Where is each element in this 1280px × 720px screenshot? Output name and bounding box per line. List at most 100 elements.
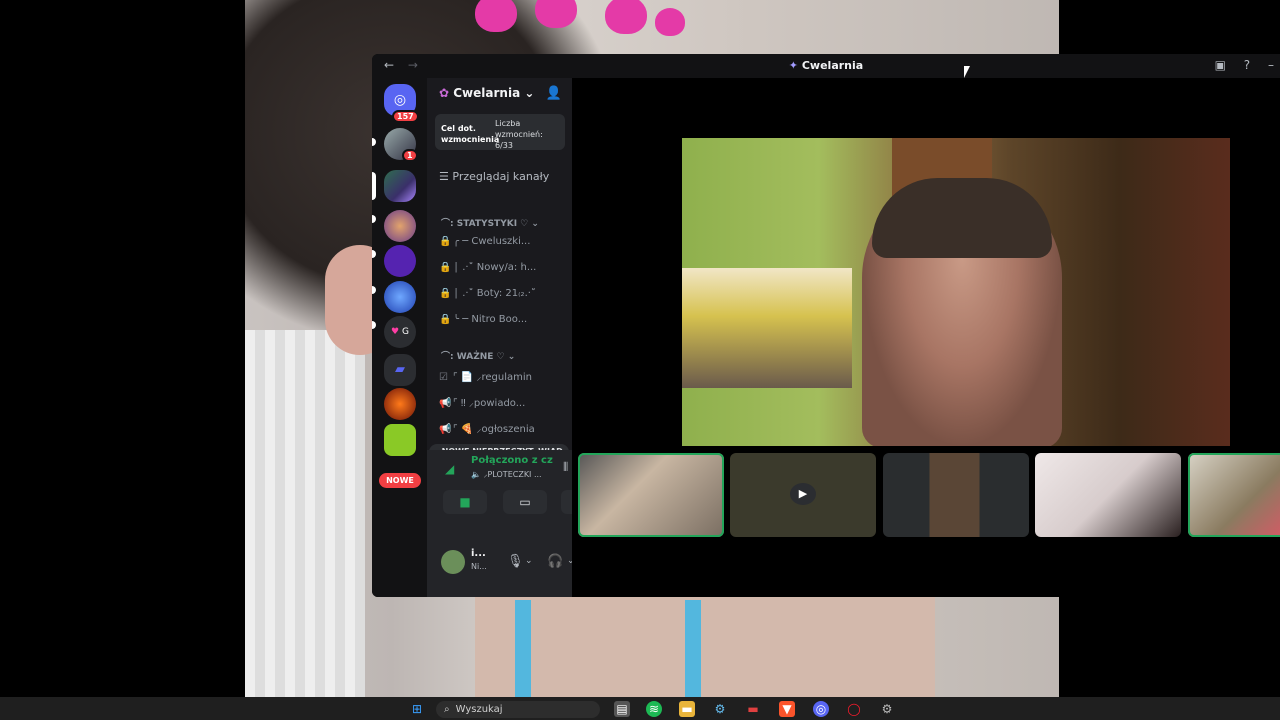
server-pill: [372, 286, 376, 294]
participant-tile[interactable]: [578, 453, 724, 537]
lock-icon: 🔒: [439, 314, 452, 325]
app-icon-settings[interactable]: ⚙: [879, 701, 895, 717]
focused-video-tile[interactable]: [682, 138, 1230, 446]
channel-label: ╭ ─ Cweluszki...: [453, 236, 531, 247]
channel-item[interactable]: 📢 ⌜ 🍕 ⸝ogłoszenia: [439, 421, 567, 435]
spotify-icon[interactable]: ≋: [646, 701, 662, 717]
channel-item[interactable]: ☑ ⌜ 📄 ⸝regulamin: [439, 369, 567, 383]
invite-people-icon[interactable]: 👤: [546, 86, 562, 101]
guild-name: Cwelarnia: [453, 86, 521, 100]
search-placeholder: Wyszukaj: [455, 704, 503, 715]
discord-taskbar-icon[interactable]: ◎: [813, 701, 829, 717]
server-icon-9[interactable]: [384, 424, 416, 456]
user-status: Ni...: [471, 562, 487, 571]
video-bed: [682, 268, 852, 388]
voice-status[interactable]: Połączono z czatem: [471, 455, 553, 466]
server-icon-cwelarnia[interactable]: [384, 170, 416, 202]
steam-icon[interactable]: ⚙: [712, 701, 728, 717]
signal-icon[interactable]: ◢: [445, 462, 454, 476]
guild-header[interactable]: ✿ Cwelarnia ⌄: [439, 86, 534, 100]
channel-label: │ .·˚ Nowy/a: h...: [453, 262, 537, 273]
lock-icon: 🔒: [439, 288, 452, 299]
inbox-icon[interactable]: ▣: [1215, 58, 1226, 72]
server-icon-6[interactable]: [384, 281, 416, 313]
announcement-icon: 📢: [439, 398, 452, 409]
participant-tile[interactable]: ▶: [730, 453, 876, 537]
heart-icon: ♥: [391, 327, 400, 337]
taskbar-search[interactable]: ⌕ Wyszukaj: [436, 701, 600, 718]
folder-icon[interactable]: ▰: [384, 354, 416, 386]
server-2-unread-badge: 1: [402, 149, 418, 162]
voice-stage: ▶: [572, 78, 1280, 597]
window-title-text: Cwelarnia: [801, 59, 864, 72]
screen-share-icon: ▭: [519, 495, 531, 509]
headphones-icon[interactable]: 🎧: [547, 554, 563, 569]
taskbar: ⊞ ⌕ Wyszukaj ▤ ≋ ▬ ⚙ ▬ ▼ ◎ ◯ ⚙: [0, 697, 1280, 720]
voice-channel-name[interactable]: 🔈 ⸝PLOTECZKI ...: [471, 469, 542, 480]
active-server-pill: [372, 172, 376, 200]
browse-channels-label: Przeglądaj kanały: [452, 170, 550, 183]
browse-channels[interactable]: ☰ Przeglądaj kanały: [439, 170, 549, 183]
channel-label: ⌜ 🍕 ⸝ogłoszenia: [453, 424, 535, 435]
home-unread-badge: 157: [392, 110, 419, 123]
lock-icon: 🔒: [439, 236, 452, 247]
boost-goal-card[interactable]: Cel dot. wzmocnienia Liczba wzmocnień: 6…: [435, 114, 565, 150]
channel-label: ╰ ─ Nitro Boo...: [453, 314, 528, 325]
boost-count-label: Liczba wzmocnień:: [495, 119, 543, 139]
background-strap-left: [515, 600, 531, 697]
background-skin: [475, 597, 935, 697]
server-list: ◎ 157 1 ♥ G ▰ NOWE: [372, 78, 427, 597]
avatar[interactable]: [441, 550, 465, 574]
category-label: ⌒: WAŻNE ♡: [441, 352, 505, 362]
video-hair-headphones: [872, 178, 1052, 258]
server-icon-5[interactable]: [384, 245, 416, 277]
chevron-down-icon: ⌄: [524, 86, 535, 100]
channel-item[interactable]: 🔒 ╰ ─ Nitro Boo...: [439, 314, 567, 325]
opera-icon[interactable]: ◯: [846, 701, 862, 717]
server-pill: [372, 138, 376, 146]
channel-item[interactable]: 📢 ⌜ ‼ ⸝powiado...: [439, 395, 567, 409]
background-strap-right: [685, 600, 701, 697]
file-explorer-icon[interactable]: ▬: [679, 701, 695, 717]
folder-label: G: [401, 327, 409, 337]
channel-label: │ .·˚ Boty: 21₍₂.·˚: [453, 288, 536, 299]
participant-tile[interactable]: [1035, 453, 1181, 537]
server-icon-4[interactable]: [384, 210, 416, 242]
voice-channel-label: ⸝PLOTECZKI ...: [483, 470, 542, 479]
brave-browser-icon[interactable]: ▼: [779, 701, 795, 717]
camera-button[interactable]: ■: [443, 490, 487, 514]
channel-item[interactable]: 🔒 │ .·˚ Nowy/a: h...: [439, 262, 567, 273]
windows-start-icon[interactable]: ⊞: [409, 701, 425, 717]
rules-icon: ☑: [439, 372, 448, 383]
chevron-down-icon[interactable]: ⌄: [525, 556, 533, 566]
camera-off-icon: ▶: [790, 483, 816, 505]
channel-item[interactable]: 🔒 ╭ ─ Cweluszki...: [439, 236, 567, 247]
noise-suppression-icon[interactable]: ⦀: [563, 460, 568, 475]
channel-item[interactable]: 🔒 │ .·˚ Boty: 21₍₂.·˚: [439, 288, 567, 299]
video-icon: ■: [459, 495, 471, 509]
server-pill: [372, 250, 376, 258]
microphone-icon[interactable]: 🎙: [507, 554, 524, 569]
help-icon[interactable]: ?: [1244, 58, 1250, 72]
search-icon: ⌕: [444, 704, 450, 715]
channel-label: ⌜ ‼ ⸝powiado...: [453, 398, 526, 409]
participant-tile[interactable]: [883, 453, 1029, 537]
minimize-button[interactable]: –: [1268, 58, 1274, 72]
window-title: ✦ Cwelarnia: [372, 59, 1280, 72]
boost-count-value: 6/33: [495, 141, 513, 150]
task-view-icon[interactable]: ▤: [614, 701, 630, 717]
nowe-badge[interactable]: NOWE: [379, 473, 421, 488]
channel-label: ⌜ 📄 ⸝regulamin: [453, 372, 532, 383]
boost-goal-label: Cel dot. wzmocnienia: [441, 124, 500, 144]
app-icon[interactable]: ▬: [745, 701, 761, 717]
lock-icon: 🔒: [439, 262, 452, 273]
server-folder[interactable]: ♥ G: [384, 316, 416, 348]
title-bar: ← → ✦ Cwelarnia ▣ ? –: [372, 54, 1280, 78]
category-statystyki[interactable]: ⌒: STATYSTYKI ♡ ⌄: [441, 216, 539, 229]
participant-tile[interactable]: [1188, 453, 1280, 537]
speaker-icon: 🔈: [471, 470, 481, 479]
discord-window: ← → ✦ Cwelarnia ▣ ? – ◎ 157 1 ♥ G ▰ NOWE…: [372, 54, 1280, 597]
category-wazne[interactable]: ⌒: WAŻNE ♡ ⌄: [441, 349, 515, 362]
screen-share-button[interactable]: ▭: [503, 490, 547, 514]
server-icon-8[interactable]: [384, 388, 416, 420]
